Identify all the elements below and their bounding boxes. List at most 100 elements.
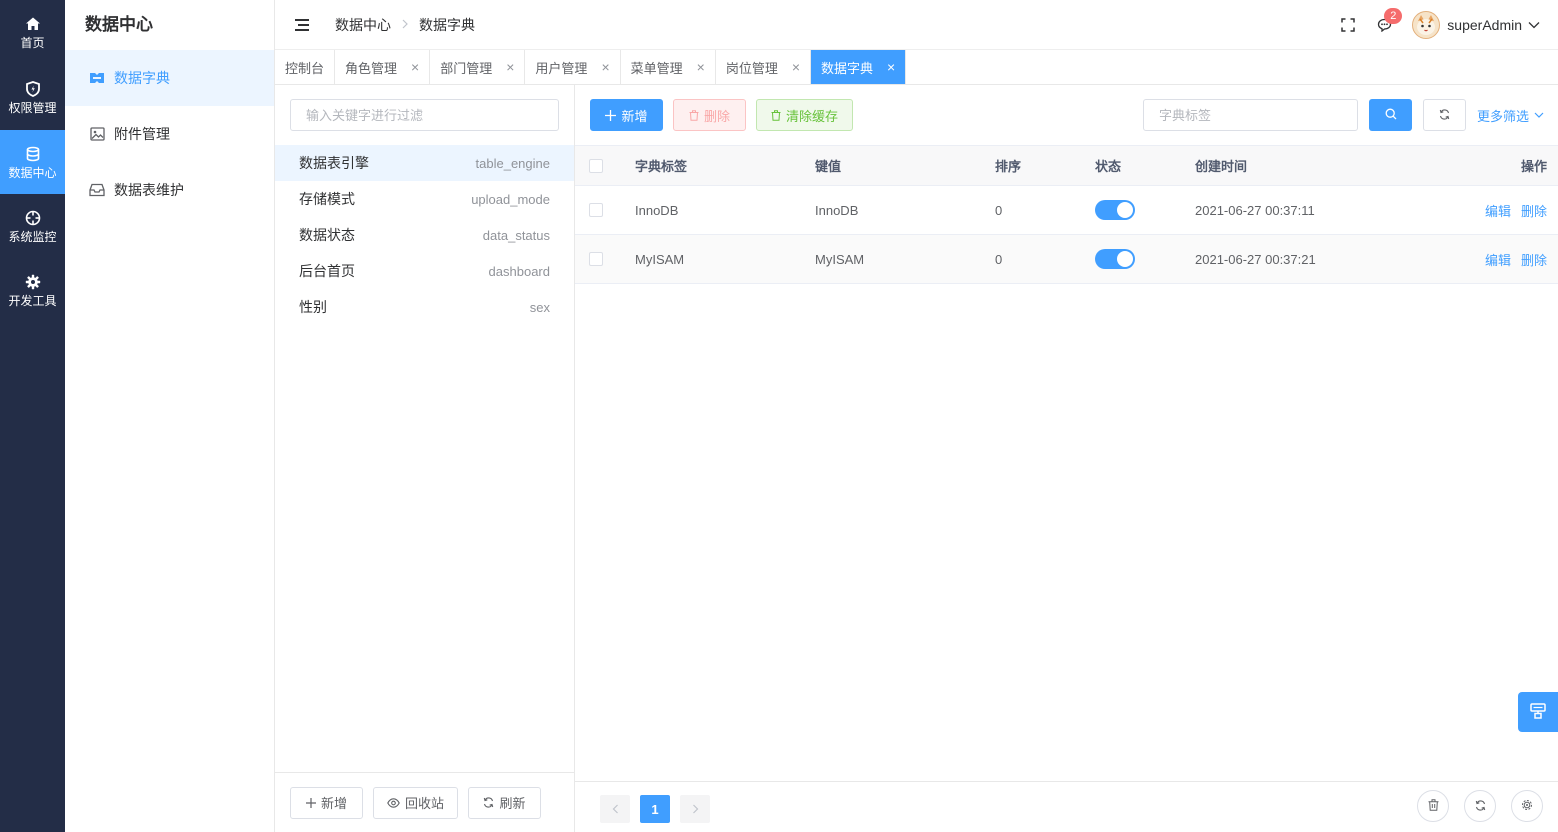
- breadcrumb-current: 数据字典: [419, 16, 475, 33]
- tab-roles[interactable]: 角色管理 ×: [335, 50, 431, 84]
- refresh-list-button[interactable]: 刷新: [468, 786, 541, 819]
- tab-dashboard[interactable]: 控制台: [275, 50, 336, 84]
- sidebar-title: 数据中心: [85, 15, 153, 34]
- avatar[interactable]: [1412, 11, 1441, 39]
- list-item[interactable]: 存储模式 upload_mode: [275, 181, 574, 217]
- close-icon[interactable]: ×: [411, 60, 419, 74]
- reset-button[interactable]: [1423, 99, 1466, 131]
- rail-item-monitor[interactable]: 系统监控: [0, 194, 65, 258]
- row-select-cell: [589, 186, 603, 234]
- cell-value: InnoDB: [815, 202, 859, 218]
- palette-icon: [1529, 702, 1547, 723]
- menu-toggle-icon[interactable]: [295, 17, 311, 33]
- pagination-bar: 1: [575, 781, 1558, 832]
- more-filter-toggle[interactable]: 更多筛选: [1477, 99, 1544, 131]
- cell-status: [1095, 186, 1135, 234]
- fullscreen-icon[interactable]: [1340, 17, 1356, 33]
- add-dict-type-button[interactable]: 新增: [290, 786, 363, 819]
- target-icon: [24, 209, 42, 227]
- breadcrumb-item[interactable]: 数据中心: [335, 15, 391, 35]
- cell-label: MyISAM: [635, 251, 685, 267]
- list-item[interactable]: 性别 sex: [275, 289, 574, 325]
- table-toolbar: 新增 删除 清除缓存 更多筛选: [575, 85, 1558, 145]
- tab-menus[interactable]: 菜单管理 ×: [621, 50, 716, 84]
- status-switch[interactable]: [1095, 249, 1135, 269]
- eye-icon: [387, 797, 400, 808]
- rail-item-dev-tools[interactable]: 开发工具: [0, 258, 65, 322]
- username[interactable]: superAdmin: [1447, 17, 1522, 33]
- close-icon[interactable]: ×: [792, 60, 800, 74]
- plus-icon: [605, 109, 617, 121]
- cell-created: 2021-06-27 00:37:11: [1195, 202, 1315, 218]
- button-label: 清除缓存: [785, 108, 838, 124]
- close-icon[interactable]: ×: [697, 60, 705, 74]
- header-sort: 排序: [995, 159, 1022, 174]
- tab-users[interactable]: 用户管理 ×: [525, 50, 621, 84]
- close-icon[interactable]: ×: [601, 60, 609, 74]
- rail-item-home[interactable]: 首页: [0, 0, 65, 64]
- dict-type-code: table_engine: [475, 155, 550, 171]
- trash-icon: [1428, 798, 1439, 814]
- recycle-bin-button[interactable]: 回收站: [373, 786, 458, 819]
- edit-link[interactable]: 编辑: [1485, 250, 1511, 269]
- list-item[interactable]: 数据状态 data_status: [275, 217, 574, 253]
- tab-posts[interactable]: 岗位管理 ×: [716, 50, 812, 84]
- header-label: 字典标签: [635, 159, 688, 174]
- gear-icon: [1521, 799, 1533, 814]
- refresh-icon: [483, 797, 494, 808]
- delete-link[interactable]: 删除: [1521, 201, 1547, 220]
- refresh-circle-button[interactable]: [1464, 790, 1496, 822]
- page-number-button[interactable]: 1: [640, 795, 670, 823]
- search-button[interactable]: [1369, 99, 1412, 131]
- tab-departments[interactable]: 部门管理 ×: [430, 50, 526, 84]
- image-icon: [89, 126, 105, 142]
- select-all-checkbox[interactable]: [589, 158, 603, 173]
- prev-page-button[interactable]: [600, 795, 630, 823]
- floating-theme-button[interactable]: [1518, 692, 1558, 732]
- search-icon: [1385, 108, 1397, 123]
- rail-label: 系统监控: [8, 229, 57, 244]
- close-icon[interactable]: ×: [887, 60, 895, 74]
- clear-cache-button[interactable]: 清除缓存: [756, 99, 853, 131]
- tab-label: 菜单管理: [630, 60, 683, 76]
- chevron-right-icon: [401, 18, 409, 32]
- rail-item-data-center[interactable]: 数据中心: [0, 130, 65, 194]
- cell-label: InnoDB: [635, 202, 679, 218]
- rail-label: 权限管理: [8, 100, 57, 115]
- database-icon: [24, 145, 42, 163]
- top-header: 数据中心 数据字典 2 superAdmin: [275, 0, 1558, 50]
- tab-label: 部门管理: [440, 60, 493, 76]
- plus-icon: [305, 797, 316, 808]
- gear-icon: [24, 273, 42, 291]
- next-page-button[interactable]: [680, 795, 710, 823]
- main-nav-rail: 首页 权限管理 数据中心 系统监控 开发工具: [0, 0, 65, 832]
- refresh-icon: [1475, 799, 1486, 814]
- sidebar-item-table-maintenance[interactable]: 数据表维护: [65, 162, 274, 218]
- list-item[interactable]: 后台首页 dashboard: [275, 253, 574, 289]
- row-select-cell: [589, 235, 603, 283]
- tab-label: 角色管理: [345, 60, 398, 76]
- message-icon[interactable]: 2: [1376, 8, 1403, 33]
- delete-button[interactable]: 删除: [673, 99, 746, 131]
- delete-link[interactable]: 删除: [1521, 250, 1547, 269]
- dict-label-search-input[interactable]: [1143, 99, 1358, 131]
- list-item[interactable]: 数据表引擎 table_engine: [275, 145, 574, 181]
- status-switch[interactable]: [1095, 200, 1135, 220]
- cell-created: 2021-06-27 00:37:21: [1195, 251, 1316, 267]
- chevron-down-icon[interactable]: [1528, 21, 1540, 29]
- row-checkbox[interactable]: [589, 203, 603, 217]
- sidebar-item-attachments[interactable]: 附件管理: [65, 106, 274, 162]
- edit-link[interactable]: 编辑: [1485, 201, 1511, 220]
- sidebar-item-label: 数据字典: [114, 70, 170, 86]
- dictionary-filter-input[interactable]: [290, 99, 559, 131]
- dict-type-name: 数据表引擎: [299, 155, 369, 171]
- dictionary-panel-footer: 新增 回收站 刷新: [275, 772, 574, 832]
- row-checkbox[interactable]: [589, 252, 603, 266]
- recycle-bin-circle-button[interactable]: [1417, 790, 1449, 822]
- sidebar-item-data-dictionary[interactable]: 数据字典: [65, 50, 274, 106]
- rail-item-permissions[interactable]: 权限管理: [0, 65, 65, 129]
- add-button[interactable]: 新增: [590, 99, 663, 131]
- settings-circle-button[interactable]: [1511, 790, 1543, 822]
- close-icon[interactable]: ×: [506, 60, 514, 74]
- tab-data-dictionary[interactable]: 数据字典 ×: [811, 50, 907, 84]
